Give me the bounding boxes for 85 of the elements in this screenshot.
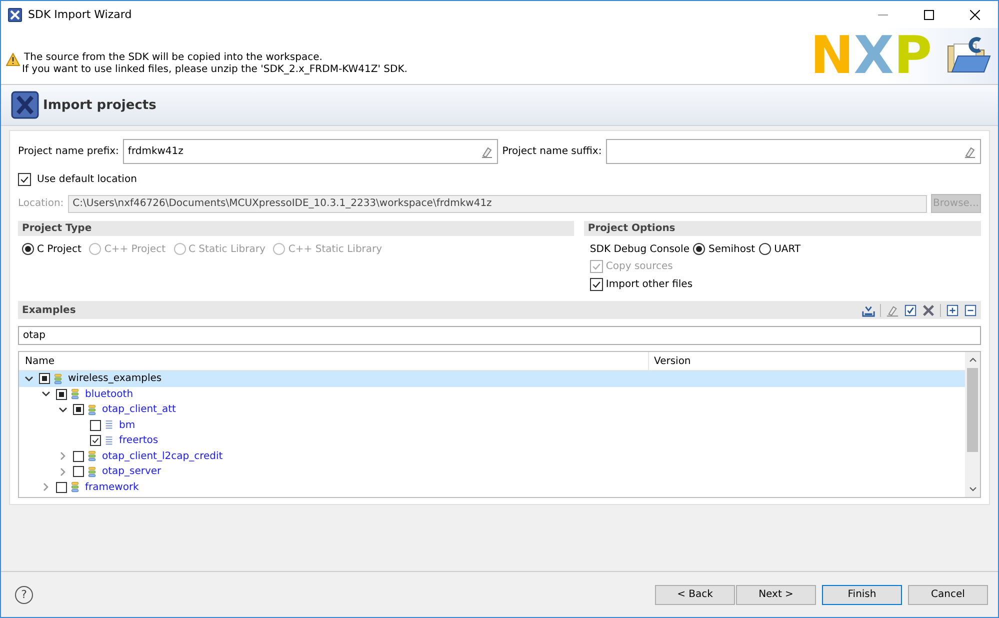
tree-row[interactable]: bluetooth (19, 386, 965, 402)
logo: NXP (810, 28, 933, 84)
radio-button[interactable] (693, 243, 706, 255)
warning-message: The source from the SDK will be copied into the workspace. (24, 52, 324, 64)
checkbox-label: Copy sources (606, 261, 673, 272)
clear-icon[interactable] (964, 146, 976, 158)
tree-row[interactable]: otap_client_att (19, 402, 965, 418)
tree-item-label: framework (85, 482, 139, 493)
app-icon (8, 8, 22, 22)
stack-icon (88, 466, 96, 478)
tree-row[interactable]: framework (19, 480, 965, 495)
tree-item-label: otap_client_att (102, 404, 176, 416)
scrollbar[interactable] (965, 352, 980, 497)
window-title: SDK Import Wizard (28, 8, 132, 21)
option-label: SDK Debug Console (590, 244, 690, 254)
filter-field[interactable]: otap (18, 326, 981, 345)
wizard-icon (11, 91, 39, 119)
tree-row[interactable]: otap_client_l2cap_credit (19, 448, 965, 464)
dialog-button[interactable]: Next > (736, 584, 816, 604)
expand-all-icon[interactable] (946, 304, 959, 316)
close-icon[interactable] (970, 10, 980, 20)
import-icon[interactable] (862, 304, 875, 316)
radio-button[interactable] (22, 243, 34, 255)
section-header: Project Type (18, 221, 574, 236)
dialog-button[interactable]: < Back (655, 584, 735, 604)
field-label: Location: (18, 198, 64, 209)
warning-message: If you want to use linked files, please unzip the 'SDK_2.x_FRDM-KW41Z' SDK. (22, 64, 408, 76)
radio-label: C++ Static Library (288, 244, 382, 254)
radio-label: UART (774, 244, 801, 254)
column-header[interactable]: Name (19, 352, 649, 370)
suffix-field[interactable] (606, 139, 982, 164)
checkbox[interactable] (73, 404, 84, 416)
tree-item-label: otap_server (102, 466, 162, 478)
tree-row[interactable]: freertos (19, 433, 965, 448)
column-header[interactable]: Version (649, 352, 691, 370)
tree-item-label: freertos (119, 435, 158, 446)
chevron-icon[interactable] (58, 404, 68, 415)
radio-label: C Static Library (188, 244, 266, 254)
tree-item-label: otap_client_l2cap_credit (102, 450, 223, 462)
dialog-button[interactable]: Cancel (908, 584, 988, 604)
checkbox[interactable] (73, 450, 84, 462)
tree-item-label: wireless_examples (68, 373, 162, 384)
checkbox[interactable] (18, 173, 31, 186)
checkbox[interactable] (39, 373, 50, 384)
field-label: Project name suffix: (502, 146, 602, 157)
check-all-icon[interactable] (904, 304, 917, 316)
tree-row[interactable]: wireless_examples (19, 371, 965, 386)
tree-item-label: bluetooth (85, 388, 134, 400)
document-icon (105, 434, 113, 447)
stack-icon (88, 450, 96, 462)
section-header: Examples (22, 304, 76, 316)
prefix-field[interactable]: frdmkw41z (122, 139, 498, 164)
checkbox[interactable] (590, 278, 603, 291)
section-header: Project Options (584, 221, 981, 236)
page-title: Import projects (43, 98, 156, 112)
stack-icon (88, 404, 96, 416)
radio-label: Semihost (708, 244, 756, 254)
chevron-icon[interactable] (24, 374, 34, 384)
checkbox[interactable] (90, 435, 101, 446)
radio-label: C Project (37, 244, 82, 254)
checkbox-label: Use default location (37, 174, 137, 185)
stack-icon (54, 372, 62, 385)
field-label: Project name prefix: (18, 146, 119, 157)
clear-icon[interactable] (481, 146, 494, 158)
checkbox[interactable] (56, 482, 67, 493)
document-icon (105, 419, 113, 432)
uncheck-all-icon[interactable] (922, 304, 935, 316)
radio-button[interactable] (759, 243, 772, 255)
maximize-icon[interactable] (924, 10, 934, 20)
checkbox-label: Import other files (606, 279, 693, 290)
radio-label: C++ Project (104, 244, 166, 254)
dialog-button[interactable]: Finish (822, 584, 902, 604)
eraser-icon[interactable] (886, 304, 899, 316)
checkbox[interactable] (56, 388, 67, 400)
stack-icon (71, 481, 79, 494)
help-button[interactable]: ? (15, 586, 33, 604)
scroll-down-icon[interactable] (968, 484, 978, 494)
warning-icon (6, 53, 20, 66)
checkbox[interactable] (73, 466, 84, 478)
tree-row[interactable]: otap_server (19, 464, 965, 480)
tree-item-label: bm (119, 420, 136, 431)
checkbox[interactable] (90, 420, 101, 431)
collapse-all-icon[interactable] (964, 304, 977, 316)
stack-icon (71, 388, 79, 400)
tree-row[interactable]: bm (19, 418, 965, 433)
